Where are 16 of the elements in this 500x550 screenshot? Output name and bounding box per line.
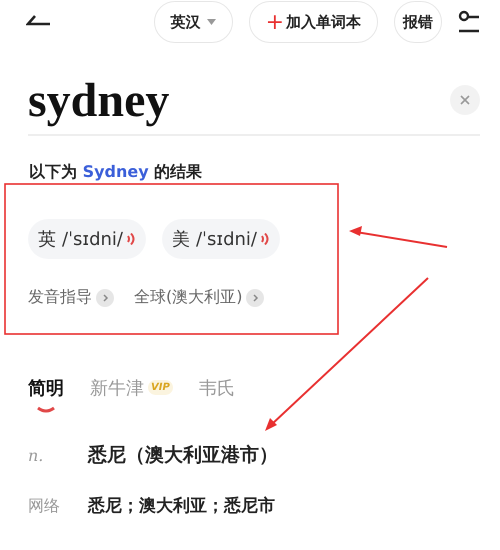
pronunciation-button[interactable]: 美 /ˈsɪdni/ bbox=[162, 219, 280, 259]
result-heading: 以下为 Sydney 的结果 bbox=[29, 162, 204, 183]
definition-text: 悉尼；澳大利亚；悉尼市 bbox=[88, 495, 275, 517]
report-error-button[interactable]: 报错 bbox=[394, 1, 442, 43]
search-field[interactable]: sydney bbox=[28, 70, 450, 130]
dictionary-tab[interactable]: 简明 bbox=[28, 376, 64, 414]
add-to-wordbook-button[interactable]: +加入单词本 bbox=[248, 1, 378, 43]
vip-badge: VIP bbox=[148, 380, 173, 395]
part-of-speech-label: 网络 bbox=[28, 496, 61, 517]
language-dropdown[interactable]: 英汉 bbox=[154, 1, 233, 43]
definition-text: 悉尼（澳大利亚港市） bbox=[88, 443, 278, 468]
guide-link[interactable]: 全球(澳大利亚) bbox=[134, 287, 264, 308]
guide-link[interactable]: 发音指导 bbox=[28, 287, 114, 308]
pronunciation-button[interactable]: 英 /ˈsɪdni/ bbox=[28, 219, 146, 259]
part-of-speech-label: n. bbox=[28, 446, 44, 465]
term-link[interactable]: Sydney bbox=[82, 162, 149, 181]
